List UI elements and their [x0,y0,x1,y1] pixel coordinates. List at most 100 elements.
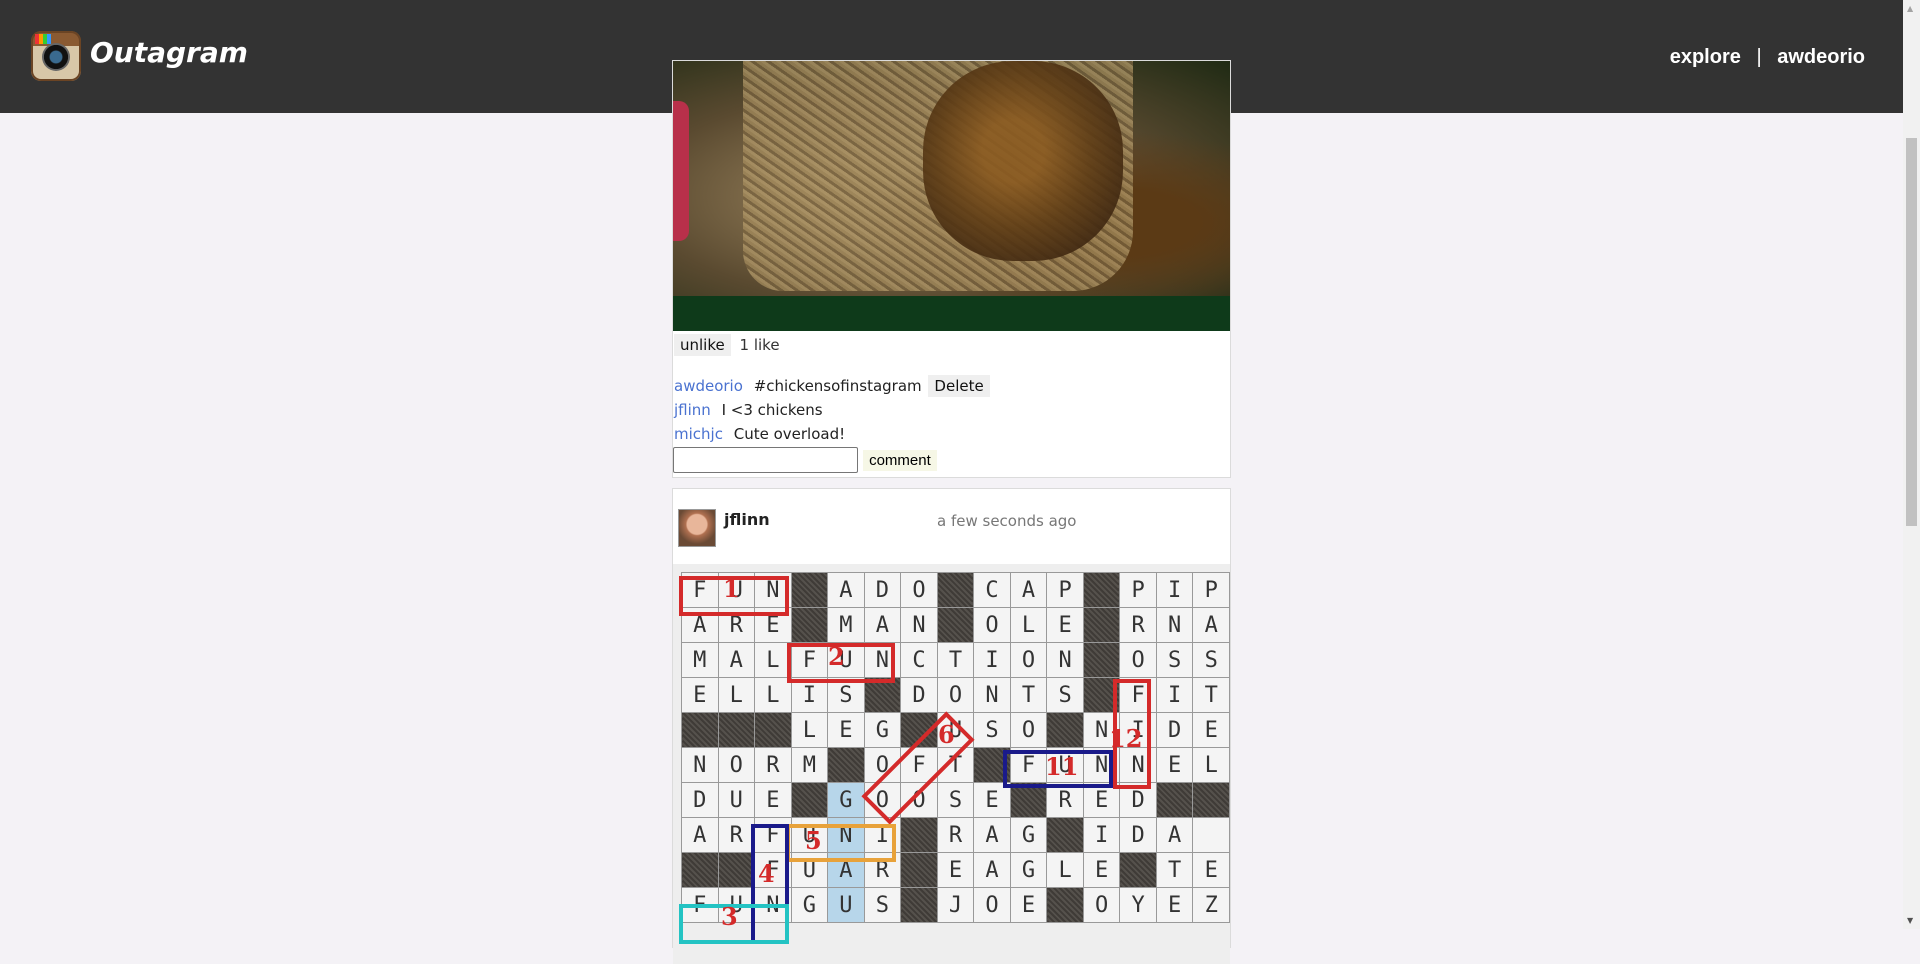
crossword-cell [681,712,719,748]
annotation-label: 2 [828,642,845,671]
app-title[interactable]: Outagram [90,36,248,69]
post-photo [673,61,1230,331]
comment-user-link[interactable]: jflinn [674,401,711,419]
crossword-cell: U [717,782,756,818]
crossword-cell [1046,712,1084,748]
crossword-cell: O [973,887,1011,923]
crossword-cell: A [681,817,719,853]
crossword-cell: S [1046,677,1084,713]
crossword-cell: D [1155,712,1194,748]
avatar[interactable] [678,509,716,547]
page-scrollbar[interactable]: ▲ ▼ [1903,0,1920,929]
crossword-cell [1119,852,1157,888]
unlike-button[interactable]: unlike [674,334,731,356]
crossword-cell: Y [1119,887,1157,923]
crossword-cell: I [973,642,1011,678]
crossword-cell: O [717,747,756,783]
crossword-cell: N [681,747,719,783]
crossword-cell: D [681,782,719,818]
post-timestamp[interactable]: a few seconds ago [937,512,1076,530]
crossword-cell: E [1046,607,1084,643]
crossword-cell: M [681,642,719,678]
crossword-cell [790,572,829,608]
crossword-cell: U [827,887,865,923]
crossword-cell: N [900,607,938,643]
crossword-cell: E [936,852,975,888]
crossword-cell: A [1009,572,1048,608]
post-photo-crossword: FUNADOCAPPIPAREMANOLERNAMALFUNCTIONOSSEL… [673,564,1230,964]
post-card: unlike 1 like awdeorio #chickensofinstag… [672,60,1231,478]
crossword-cell: E [1082,852,1121,888]
crossword-cell: D [863,572,902,608]
crossword-cell: T [1009,677,1048,713]
crossword-cell [827,747,865,783]
crossword-cell: L [754,677,792,713]
explore-link[interactable]: explore [1670,46,1741,68]
crossword-cell: G [827,782,865,818]
annotation-label: 12 [1109,724,1143,753]
annotation-label: 3 [721,902,738,931]
post-username[interactable]: jflinn [724,510,770,529]
crossword-cell: E [1009,887,1048,923]
scroll-down-arrow-icon[interactable]: ▼ [1907,916,1913,925]
comment-text: Cute overload! [733,425,846,443]
crossword-cell: J [936,887,975,923]
comment-input[interactable] [673,447,858,473]
crossword-cell: D [1119,817,1157,853]
crossword-cell: A [1192,607,1230,643]
crossword-cell: S [973,712,1011,748]
logo-lens [42,43,70,71]
crossword-cell: C [973,572,1011,608]
delete-comment-button[interactable]: Delete [928,375,990,397]
annotation-label: 6 [938,720,955,749]
crossword-cell: S [1192,642,1230,678]
scroll-up-arrow-icon[interactable]: ▲ [1907,4,1913,13]
crossword-cell: L [790,712,829,748]
comment-submit-button[interactable]: comment [863,449,937,471]
photo-chick [923,61,1123,261]
crossword-cell: P [1046,572,1084,608]
crossword-cell: R [936,817,975,853]
crossword-cell: M [827,607,865,643]
crossword-cell: T [1192,677,1230,713]
camera-logo-icon[interactable] [31,31,81,81]
scroll-thumb[interactable] [1906,138,1917,526]
crossword-cell: O [936,677,975,713]
crossword-cell: E [681,677,719,713]
crossword-cell: L [754,642,792,678]
crossword-cell: S [936,782,975,818]
crossword-cell: O [900,572,938,608]
crossword-cell [1046,887,1084,923]
comment-text: #chickensofinstagram [753,377,922,395]
crossword-cell: A [973,817,1011,853]
crossword-cell: G [863,712,902,748]
logo-rainbow-stripe [35,34,51,44]
crossword-cell [900,887,938,923]
crossword-cell: N [1046,642,1084,678]
crossword-cell: P [1119,572,1157,608]
comment-user-link[interactable]: michjc [674,425,723,443]
username-link[interactable]: awdeorio [1777,46,1865,68]
crossword-cell [936,572,975,608]
comment-user-link[interactable]: awdeorio [674,377,743,395]
crossword-cell: E [1155,887,1194,923]
crossword-cell [1192,782,1230,818]
crossword-cell: E [1155,747,1194,783]
crossword-cell [1046,817,1084,853]
crossword-cell: T [936,642,975,678]
crossword-cell: A [863,607,902,643]
crossword-cell: L [1009,607,1048,643]
annotation-label: 11 [1045,752,1079,781]
crossword-cell: N [973,677,1011,713]
crossword-cell [936,607,975,643]
crossword-cell [1082,642,1121,678]
crossword-cell: S [863,887,902,923]
annotation-label: 4 [758,859,775,888]
crossword-cell: D [900,677,938,713]
annotation-label: 1 [723,574,740,603]
crossword-cell: O [1009,712,1048,748]
comment-text: I <3 chickens [721,401,823,419]
crossword-cell: A [1155,817,1194,853]
crossword-cell: R [754,747,792,783]
crossword-cell: E [1192,712,1230,748]
